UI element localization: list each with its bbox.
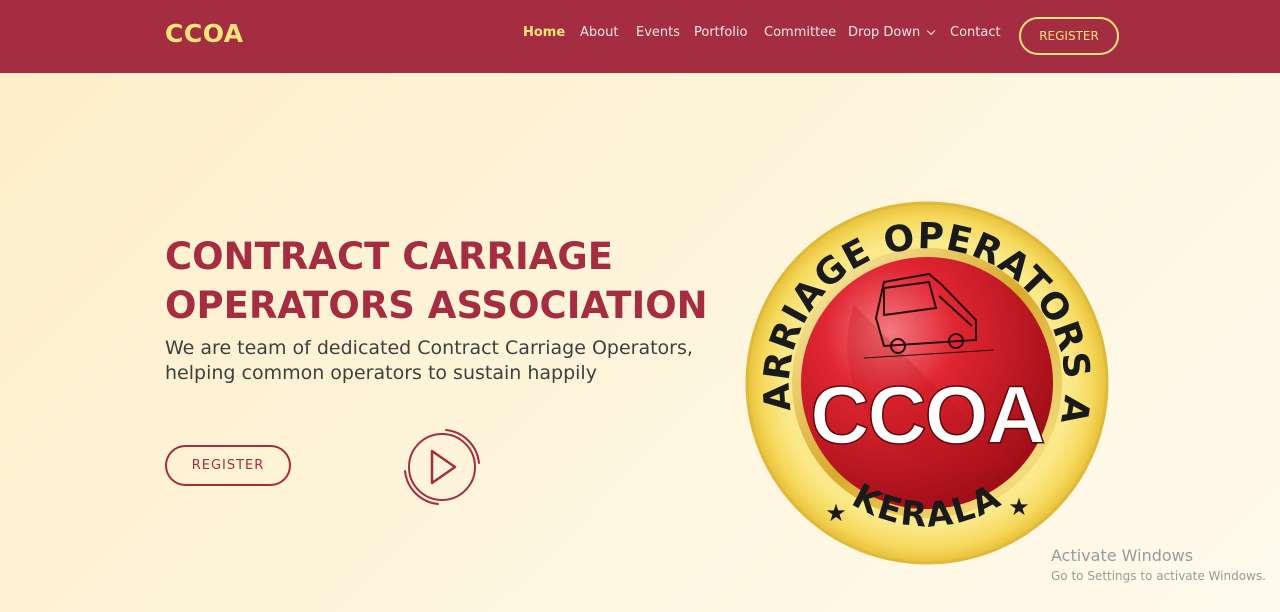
hero-subtitle-line2: helping common operators to sustain happ… <box>165 362 597 384</box>
ccoa-seal-logo: CONTRACT CARRIAGE OPERATORS ASSOCIATION … <box>744 200 1109 565</box>
watermark-line2: Go to Settings to activate Windows. <box>1051 569 1266 583</box>
hero-title: CONTRACT CARRIAGE OPERATORS ASSOCIATION <box>165 232 725 330</box>
hero-subtitle: We are team of dedicated Contract Carria… <box>165 336 725 386</box>
hero-title-line1: CONTRACT CARRIAGE <box>165 235 614 278</box>
star-icon: ★ <box>1008 494 1030 521</box>
hero-title-line2: OPERATORS ASSOCIATION <box>165 284 708 327</box>
nav-events[interactable]: Events <box>636 25 680 40</box>
nav-committee[interactable]: Committee <box>764 25 836 40</box>
hero-subtitle-line1: We are team of dedicated Contract Carria… <box>165 337 693 359</box>
nav-portfolio[interactable]: Portfolio <box>694 25 747 40</box>
activate-windows-watermark: Activate Windows Go to Settings to activ… <box>1051 546 1266 583</box>
play-icon[interactable] <box>400 425 484 509</box>
chevron-down-icon <box>927 26 936 36</box>
seal-center-text: CCOA <box>810 370 1044 461</box>
watermark-line1: Activate Windows <box>1051 546 1194 565</box>
star-icon: ★ <box>825 500 847 527</box>
nav-drop-down-label: Drop Down <box>848 25 921 40</box>
nav-about[interactable]: About <box>580 25 618 40</box>
hero-register-button[interactable]: REGISTER <box>165 445 291 486</box>
nav-drop-down[interactable]: Drop Down <box>848 25 936 40</box>
nav-home[interactable]: Home <box>523 25 565 40</box>
nav-contact[interactable]: Contact <box>950 25 1001 40</box>
top-navbar: CCOA Home About Events Portfolio Committ… <box>0 0 1280 73</box>
header-register-button[interactable]: REGISTER <box>1019 17 1119 55</box>
